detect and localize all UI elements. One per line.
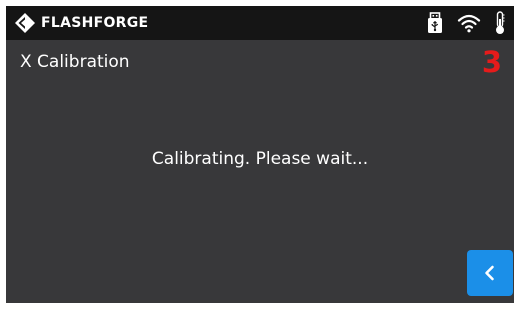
usb-drive-icon [428,12,442,33]
brand-name: FLASHFORGE [41,15,149,31]
wifi-icon [457,14,481,33]
flashforge-logo-icon [15,13,35,33]
chevron-left-icon [485,265,494,281]
status-message: Calibrating. Please wait... [151,149,369,169]
brand: FLASHFORGE [14,12,148,34]
page-title: X Calibration [20,52,130,72]
back-button[interactable] [467,250,513,296]
printer-screen: FLASHFORGE X Calibration 3 Calibrating. … [6,6,514,303]
status-bar: FLASHFORGE [6,6,514,40]
thermometer-icon [496,11,505,34]
countdown-timer: 3 [481,45,502,79]
